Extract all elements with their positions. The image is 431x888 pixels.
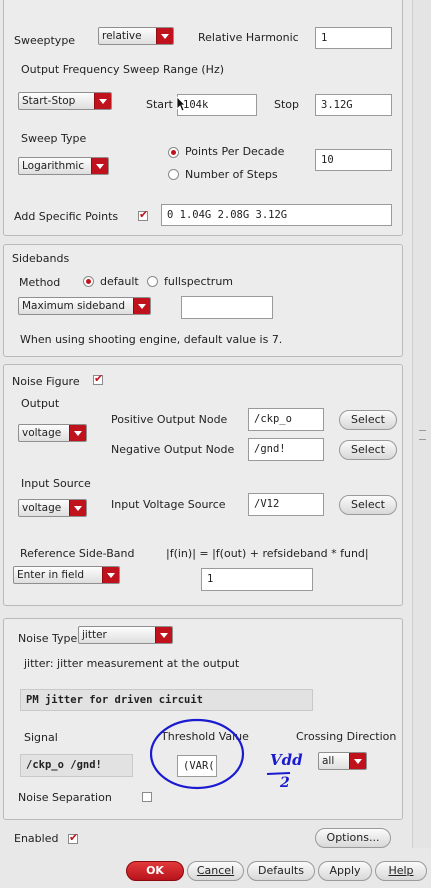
chevron-down-icon bbox=[349, 753, 366, 769]
start-label: Start bbox=[146, 98, 173, 111]
noise-separation-label: Noise Separation bbox=[18, 791, 112, 804]
points-per-decade-label: Points Per Decade bbox=[185, 145, 285, 158]
ref-mode-value: Enter in field bbox=[17, 569, 85, 581]
noise-type-dropdown[interactable]: jitter bbox=[78, 626, 173, 644]
ref-sideband-input[interactable]: 1 bbox=[201, 568, 313, 591]
sidebands-title: Sidebands bbox=[12, 252, 70, 265]
enabled-label: Enabled bbox=[14, 832, 59, 845]
signal-field: /ckp_o /gnd! bbox=[20, 754, 133, 777]
annotation-circle bbox=[150, 718, 245, 790]
output-type-value: voltage bbox=[22, 427, 62, 439]
options-button[interactable]: Options... bbox=[315, 828, 391, 848]
defaults-button[interactable]: Defaults bbox=[247, 861, 315, 881]
jitter-mode-field: PM jitter for driven circuit bbox=[20, 689, 313, 711]
method-fullspectrum-label: fullspectrum bbox=[164, 275, 234, 288]
pos-node-label: Positive Output Node bbox=[111, 413, 228, 426]
range-mode-value: Start-Stop bbox=[22, 95, 76, 107]
input-source-value: voltage bbox=[22, 502, 62, 514]
sweep-type-value: Logarithmic bbox=[22, 160, 85, 172]
sweeptype-label: Sweeptype bbox=[14, 34, 76, 47]
ref-sideband-formula: |f(in)| = |f(out) + refsideband * fund| bbox=[166, 547, 369, 560]
crossing-direction-value: all bbox=[322, 755, 335, 767]
sideband-note: When using shooting engine, default valu… bbox=[20, 333, 283, 346]
add-points-label: Add Specific Points bbox=[14, 210, 119, 223]
chevron-down-icon bbox=[156, 28, 173, 44]
annotation-two: 2 bbox=[280, 775, 290, 791]
crossing-direction-dropdown[interactable]: all bbox=[318, 752, 367, 770]
method-default-label: default bbox=[100, 275, 139, 288]
jitter-description: jitter: jitter measurement at the output bbox=[24, 657, 240, 670]
method-fullspectrum-radio[interactable] bbox=[147, 276, 158, 287]
method-label: Method bbox=[19, 276, 61, 289]
input-vsrc-input[interactable]: /V12 bbox=[248, 493, 324, 516]
ok-button[interactable]: OK bbox=[126, 861, 184, 881]
chevron-down-icon bbox=[155, 627, 172, 643]
pos-node-input[interactable]: /ckp_o bbox=[248, 408, 324, 431]
chevron-down-icon bbox=[133, 298, 150, 314]
chevron-down-icon bbox=[102, 567, 119, 583]
noise-figure-checkbox[interactable] bbox=[93, 372, 103, 385]
annotation-fraction-line bbox=[266, 772, 291, 775]
signal-label: Signal bbox=[24, 731, 58, 744]
sweep-type-label: Sweep Type bbox=[21, 132, 87, 145]
relative-harmonic-input[interactable]: 1 bbox=[315, 27, 392, 49]
relative-harmonic-label: Relative Harmonic bbox=[198, 31, 299, 44]
chevron-down-icon bbox=[69, 425, 86, 441]
add-points-checkbox[interactable] bbox=[138, 208, 148, 221]
noise-type-value: jitter bbox=[82, 629, 107, 641]
annotation-vdd: Vdd bbox=[270, 751, 303, 769]
method-default-radio[interactable] bbox=[83, 276, 94, 287]
input-vsrc-select-button[interactable]: Select bbox=[339, 495, 397, 515]
chevron-down-icon bbox=[91, 158, 108, 174]
stop-input[interactable]: 3.12G bbox=[315, 94, 392, 116]
sweeptype-dropdown[interactable]: relative bbox=[98, 27, 174, 45]
neg-node-select-button[interactable]: Select bbox=[339, 440, 397, 460]
scrollbar-grip-icon bbox=[419, 430, 426, 440]
number-of-steps-radio[interactable] bbox=[168, 169, 179, 180]
ref-sideband-label: Reference Side-Band bbox=[20, 547, 135, 560]
sweep-type-dropdown[interactable]: Logarithmic bbox=[18, 157, 109, 175]
scrollbar[interactable] bbox=[412, 0, 431, 848]
number-of-steps-label: Number of Steps bbox=[185, 168, 278, 181]
crossing-direction-label: Crossing Direction bbox=[296, 730, 397, 743]
points-input[interactable]: 10 bbox=[315, 149, 392, 171]
stop-label: Stop bbox=[274, 98, 300, 111]
chevron-down-icon bbox=[94, 93, 111, 109]
noise-type-label: Noise Type bbox=[18, 632, 78, 645]
sideband-value-input[interactable] bbox=[181, 296, 273, 319]
add-points-input[interactable]: 0 1.04G 2.08G 3.12G bbox=[161, 204, 392, 226]
start-input[interactable]: 104k bbox=[177, 94, 257, 116]
cancel-button[interactable]: Cancel bbox=[187, 861, 244, 881]
output-type-dropdown[interactable]: voltage bbox=[18, 424, 87, 442]
freq-range-label: Output Frequency Sweep Range (Hz) bbox=[21, 63, 225, 76]
apply-button[interactable]: Apply bbox=[318, 861, 372, 881]
help-button[interactable]: Help bbox=[375, 861, 427, 881]
pos-node-select-button[interactable]: Select bbox=[339, 410, 397, 430]
sideband-mode-dropdown[interactable]: Maximum sideband bbox=[18, 297, 151, 315]
neg-node-input[interactable]: /gnd! bbox=[248, 438, 324, 461]
mouse-cursor-icon bbox=[176, 96, 186, 112]
input-vsrc-label: Input Voltage Source bbox=[111, 498, 226, 511]
input-source-dropdown[interactable]: voltage bbox=[18, 499, 87, 517]
enabled-checkbox[interactable] bbox=[68, 831, 78, 844]
input-source-label: Input Source bbox=[21, 477, 91, 490]
points-per-decade-radio[interactable] bbox=[168, 147, 179, 158]
ref-mode-dropdown[interactable]: Enter in field bbox=[13, 566, 120, 584]
noise-figure-label: Noise Figure bbox=[12, 375, 80, 388]
output-label: Output bbox=[21, 397, 60, 410]
sideband-mode-value: Maximum sideband bbox=[22, 300, 126, 312]
sweeptype-value: relative bbox=[102, 30, 142, 42]
neg-node-label: Negative Output Node bbox=[111, 443, 235, 456]
chevron-down-icon bbox=[69, 500, 86, 516]
range-mode-dropdown[interactable]: Start-Stop bbox=[18, 92, 112, 110]
